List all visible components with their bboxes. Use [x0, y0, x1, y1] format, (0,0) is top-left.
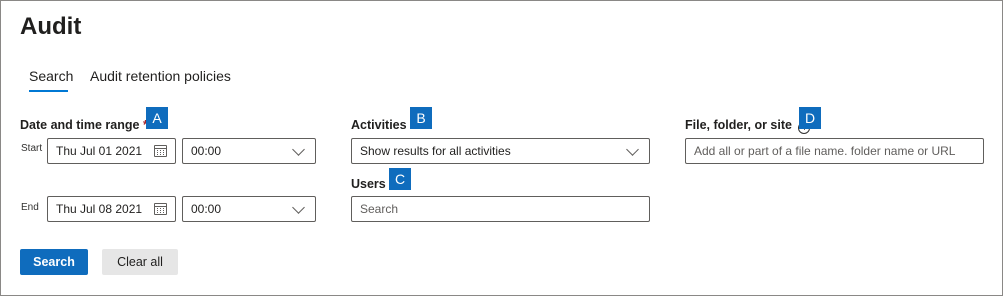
callout-marker-c: C — [389, 168, 411, 190]
start-date-picker[interactable]: Thu Jul 01 2021 — [47, 138, 176, 164]
chevron-down-icon — [292, 200, 305, 214]
file-folder-site-placeholder: Add all or part of a file name. folder n… — [694, 144, 956, 158]
start-date-value: Thu Jul 01 2021 — [56, 144, 143, 158]
chevron-down-icon — [626, 142, 639, 156]
file-folder-site-input[interactable]: Add all or part of a file name. folder n… — [685, 138, 984, 164]
end-date-value: Thu Jul 08 2021 — [56, 202, 143, 216]
tab-selected-indicator — [29, 90, 68, 92]
calendar-icon[interactable] — [154, 145, 167, 157]
activities-select[interactable]: Show results for all activities — [351, 138, 650, 164]
clear-all-button[interactable]: Clear all — [102, 249, 178, 275]
users-search-input[interactable]: Search — [351, 196, 650, 222]
tab-search[interactable]: Search — [29, 68, 73, 84]
users-search-placeholder: Search — [360, 202, 399, 216]
start-time-select[interactable]: 00:00 — [182, 138, 316, 164]
date-range-label: Date and time range * — [20, 118, 148, 132]
start-label: Start — [21, 143, 43, 154]
callout-marker-b: B — [410, 107, 432, 129]
chevron-down-icon — [292, 142, 305, 156]
callout-marker-a: A — [146, 107, 168, 129]
audit-panel: Audit Search Audit retention policies Da… — [0, 0, 1003, 296]
calendar-icon[interactable] — [154, 203, 167, 215]
end-label: End — [21, 202, 39, 213]
tab-audit-retention-policies[interactable]: Audit retention policies — [90, 68, 231, 84]
date-range-label-text: Date and time range — [20, 118, 140, 132]
page-title: Audit — [20, 13, 82, 40]
end-time-value: 00:00 — [191, 202, 222, 216]
search-button[interactable]: Search — [20, 249, 88, 275]
end-date-picker[interactable]: Thu Jul 08 2021 — [47, 196, 176, 222]
end-time-select[interactable]: 00:00 — [182, 196, 316, 222]
file-folder-site-label: File, folder, or site i — [685, 118, 811, 134]
file-folder-site-label-text: File, folder, or site — [685, 118, 792, 132]
activities-label: Activities — [351, 118, 407, 132]
users-label: Users — [351, 177, 386, 191]
start-time-value: 00:00 — [191, 144, 222, 158]
callout-marker-d: D — [799, 107, 821, 129]
activities-selected-value: Show results for all activities — [360, 144, 511, 158]
